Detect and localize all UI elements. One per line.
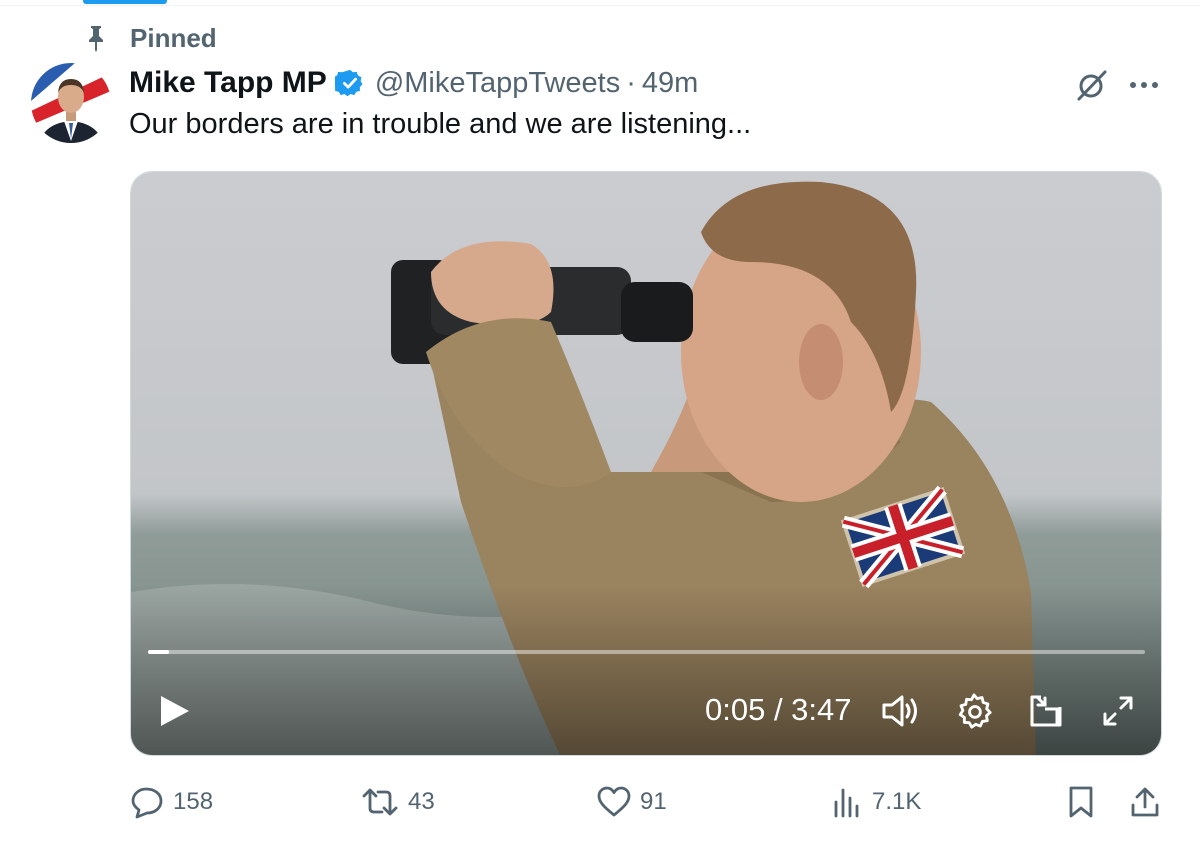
gear-icon [958, 693, 992, 729]
tweet-header: Mike Tapp MP @MikeTappTweets · 49m [129, 64, 698, 102]
verified-badge-icon[interactable] [334, 68, 365, 98]
heart-icon [597, 786, 631, 817]
progress-bar[interactable] [148, 650, 1145, 654]
analytics-icon [834, 788, 859, 818]
reply-button[interactable]: 158 [129, 782, 213, 822]
volume-icon [882, 695, 917, 727]
share-icon [1131, 787, 1159, 817]
share-button[interactable] [1128, 782, 1162, 822]
bookmark-icon [1069, 786, 1093, 818]
picture-in-picture-icon [1030, 695, 1062, 727]
more-options-icon[interactable] [1124, 67, 1164, 103]
top-divider [0, 5, 1200, 6]
mute-button[interactable] [880, 690, 922, 732]
pinned-label: Pinned [130, 22, 217, 53]
reply-icon [131, 787, 163, 819]
play-icon [161, 696, 189, 726]
time-readout: 0:05 / 3:47 [705, 692, 852, 727]
like-button[interactable]: 91 [596, 782, 667, 822]
repost-count: 43 [408, 788, 435, 815]
grok-icon[interactable] [1072, 67, 1112, 103]
views-button[interactable]: 7.1K [832, 782, 921, 822]
avatar[interactable] [31, 63, 111, 143]
picture-in-picture-button[interactable] [1025, 690, 1067, 732]
active-tab-indicator [83, 0, 167, 4]
settings-button[interactable] [953, 690, 995, 732]
video-player[interactable]: 0:05 / 3:47 [130, 171, 1162, 756]
controls-gradient [131, 585, 1161, 755]
repost-button[interactable]: 43 [360, 782, 435, 822]
like-count: 91 [640, 788, 667, 815]
fullscreen-icon [1103, 696, 1133, 726]
pinned-indicator: Pinned [84, 22, 217, 54]
tweet-timestamp[interactable]: 49m [642, 67, 698, 100]
bookmark-button[interactable] [1066, 782, 1096, 822]
tweet-actions: 158 43 91 7.1K [0, 782, 1200, 822]
progress-fill [148, 650, 169, 654]
fullscreen-button[interactable] [1097, 690, 1139, 732]
tweet-text: Our borders are in trouble and we are li… [129, 108, 752, 140]
view-count: 7.1K [872, 788, 922, 815]
author-display-name[interactable]: Mike Tapp MP [129, 66, 327, 100]
play-button[interactable] [155, 690, 195, 732]
reply-count: 158 [173, 788, 214, 815]
author-handle[interactable]: @MikeTappTweets [375, 67, 620, 100]
pin-icon [84, 26, 108, 52]
repost-icon [362, 788, 398, 816]
separator-dot: · [626, 66, 636, 99]
